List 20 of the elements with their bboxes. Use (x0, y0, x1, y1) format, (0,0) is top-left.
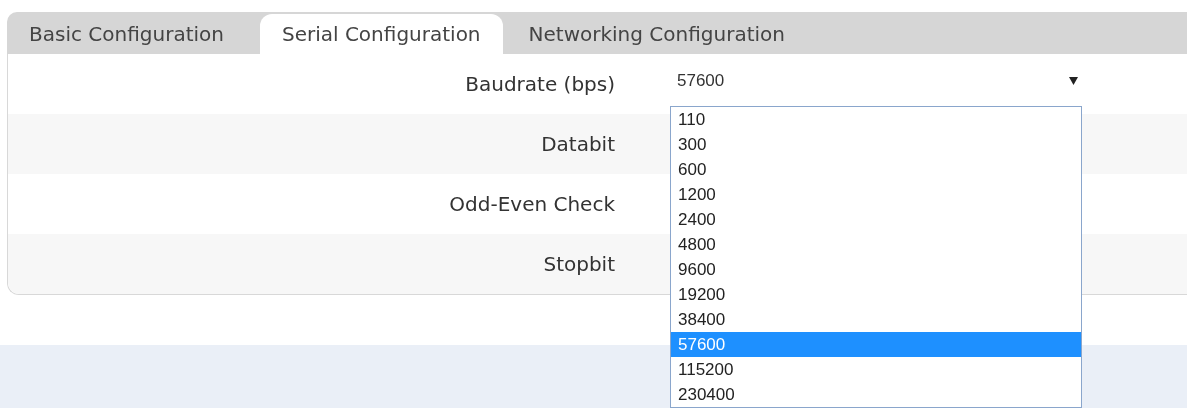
dropdown-option[interactable]: 600 (671, 157, 1081, 182)
dropdown-option[interactable]: 38400 (671, 307, 1081, 332)
dropdown-option[interactable]: 9600 (671, 257, 1081, 282)
field-label: Stopbit (542, 252, 615, 276)
field-label: Databit (540, 132, 615, 156)
tab[interactable]: Basic Configuration (7, 12, 246, 54)
caret-icon (1069, 77, 1078, 85)
dropdown-option[interactable]: 2400 (671, 207, 1081, 232)
tab[interactable]: Networking Configuration (506, 12, 807, 54)
dropdown-option[interactable]: 300 (671, 132, 1081, 157)
dropdown-option[interactable]: 110 (671, 107, 1081, 132)
dropdown-option[interactable]: 115200 (671, 357, 1081, 382)
field-label: Baudrate (bps) (464, 72, 615, 96)
dropdown-option[interactable]: 4800 (671, 232, 1081, 257)
baudrate-select[interactable]: 57600 (677, 71, 1085, 97)
dropdown-option[interactable]: 19200 (671, 282, 1081, 307)
tab[interactable]: Serial Configuration (259, 14, 503, 54)
dropdown-option[interactable]: 1200 (671, 182, 1081, 207)
field-label: Odd-Even Check (448, 192, 615, 216)
dropdown-option[interactable]: 230400 (671, 382, 1081, 407)
